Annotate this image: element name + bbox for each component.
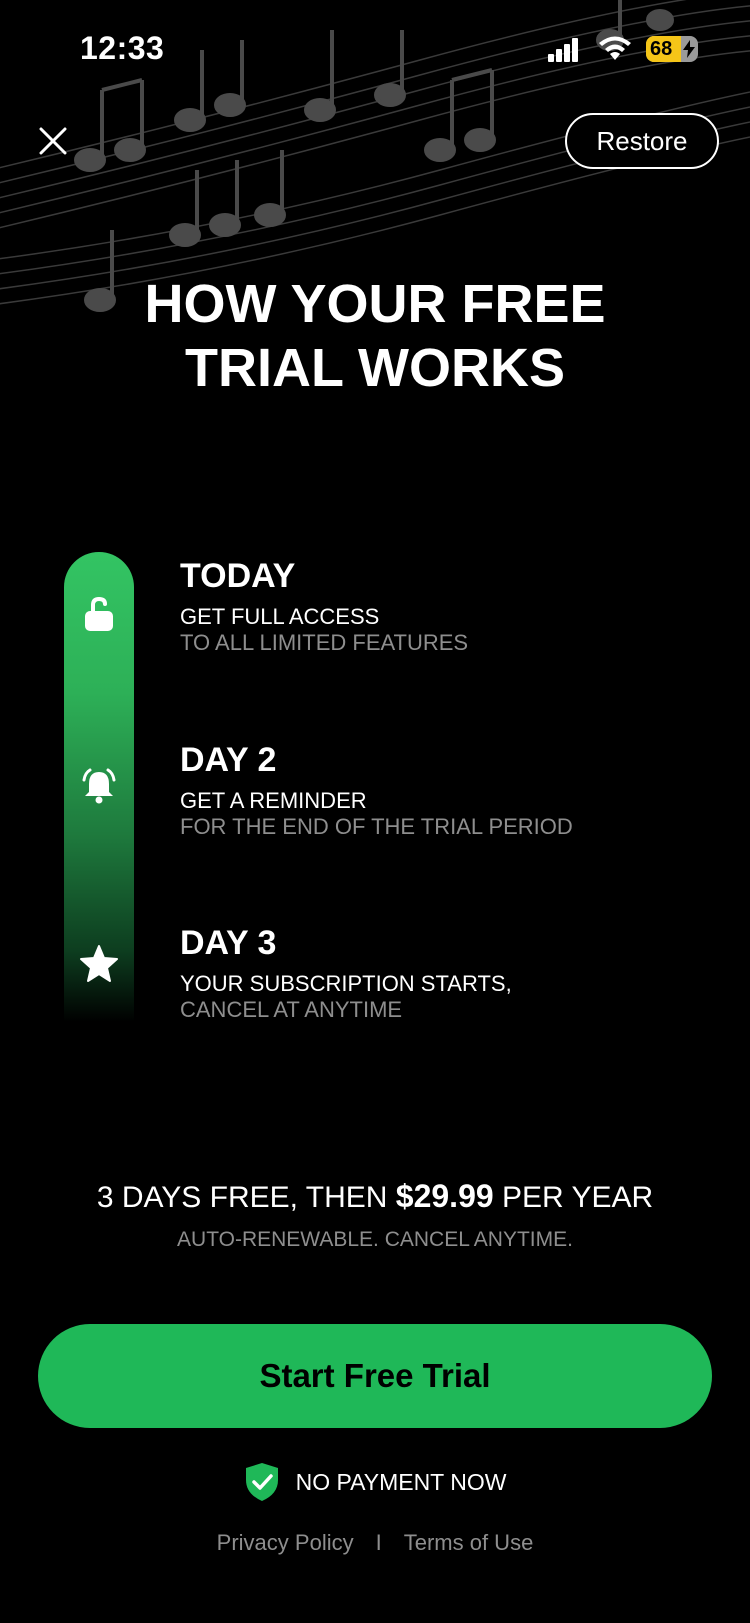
- unlock-icon: [75, 590, 123, 638]
- timeline-step-today: TODAY GET FULL ACCESS TO ALL LIMITED FEA…: [180, 556, 720, 656]
- charging-bolt-icon: [683, 40, 695, 58]
- step-subdescription: FOR THE END OF THE TRIAL PERIOD: [180, 814, 573, 839]
- signal-icon: [548, 38, 578, 62]
- price-summary: 3 DAYS FREE, THEN $29.99 PER YEAR: [0, 1178, 750, 1215]
- restore-button[interactable]: Restore: [565, 113, 719, 169]
- price-suffix: PER YEAR: [493, 1181, 654, 1214]
- timeline-step-day-3: DAY 3 YOUR SUBSCRIPTION STARTS, CANCEL A…: [180, 923, 720, 1023]
- renewal-note: AUTO-RENEWABLE. CANCEL ANYTIME.: [177, 1228, 573, 1251]
- price-prefix: 3 DAYS FREE, THEN: [96, 1181, 396, 1214]
- step-title: TODAY: [180, 557, 296, 595]
- terms-of-use-link[interactable]: Terms of Use: [404, 1530, 534, 1556]
- step-title: DAY 2: [180, 741, 277, 779]
- footer-links: Privacy Policy I Terms of Use: [0, 1530, 750, 1556]
- timeline-step-day-2: DAY 2 GET A REMINDER FOR THE END OF THE …: [180, 740, 720, 840]
- battery-indicator: 68: [646, 36, 698, 62]
- close-icon: [39, 127, 67, 155]
- shield-check-icon: [245, 1463, 278, 1501]
- step-description: YOUR SUBSCRIPTION STARTS,: [180, 971, 512, 996]
- start-free-trial-button[interactable]: Start Free Trial: [38, 1324, 712, 1428]
- close-button[interactable]: [30, 118, 76, 164]
- step-title: DAY 3: [180, 924, 277, 962]
- no-payment-text: NO PAYMENT NOW: [295, 1468, 507, 1495]
- wifi-icon: [599, 36, 631, 60]
- step-subdescription: TO ALL LIMITED FEATURES: [180, 630, 469, 655]
- footer-separator: I: [375, 1530, 382, 1555]
- bell-icon: [75, 762, 123, 810]
- page-title-line-1: HOW YOUR FREE: [144, 274, 606, 334]
- star-icon: [75, 940, 123, 988]
- price-amount: $29.99: [395, 1178, 494, 1214]
- privacy-policy-link[interactable]: Privacy Policy: [217, 1530, 354, 1556]
- no-payment-assurance: NO PAYMENT NOW: [0, 1462, 750, 1502]
- status-bar: 12:33 68: [0, 0, 750, 100]
- page-title-line-2: TRIAL WORKS: [185, 338, 565, 398]
- page-title: HOW YOUR FREE TRIAL WORKS: [0, 272, 750, 400]
- step-subdescription: CANCEL AT ANYTIME: [180, 997, 403, 1022]
- step-description: GET A REMINDER: [180, 788, 367, 813]
- step-description: GET FULL ACCESS: [180, 604, 380, 629]
- status-time: 12:33: [80, 30, 165, 66]
- battery-level-text: 68: [650, 38, 673, 60]
